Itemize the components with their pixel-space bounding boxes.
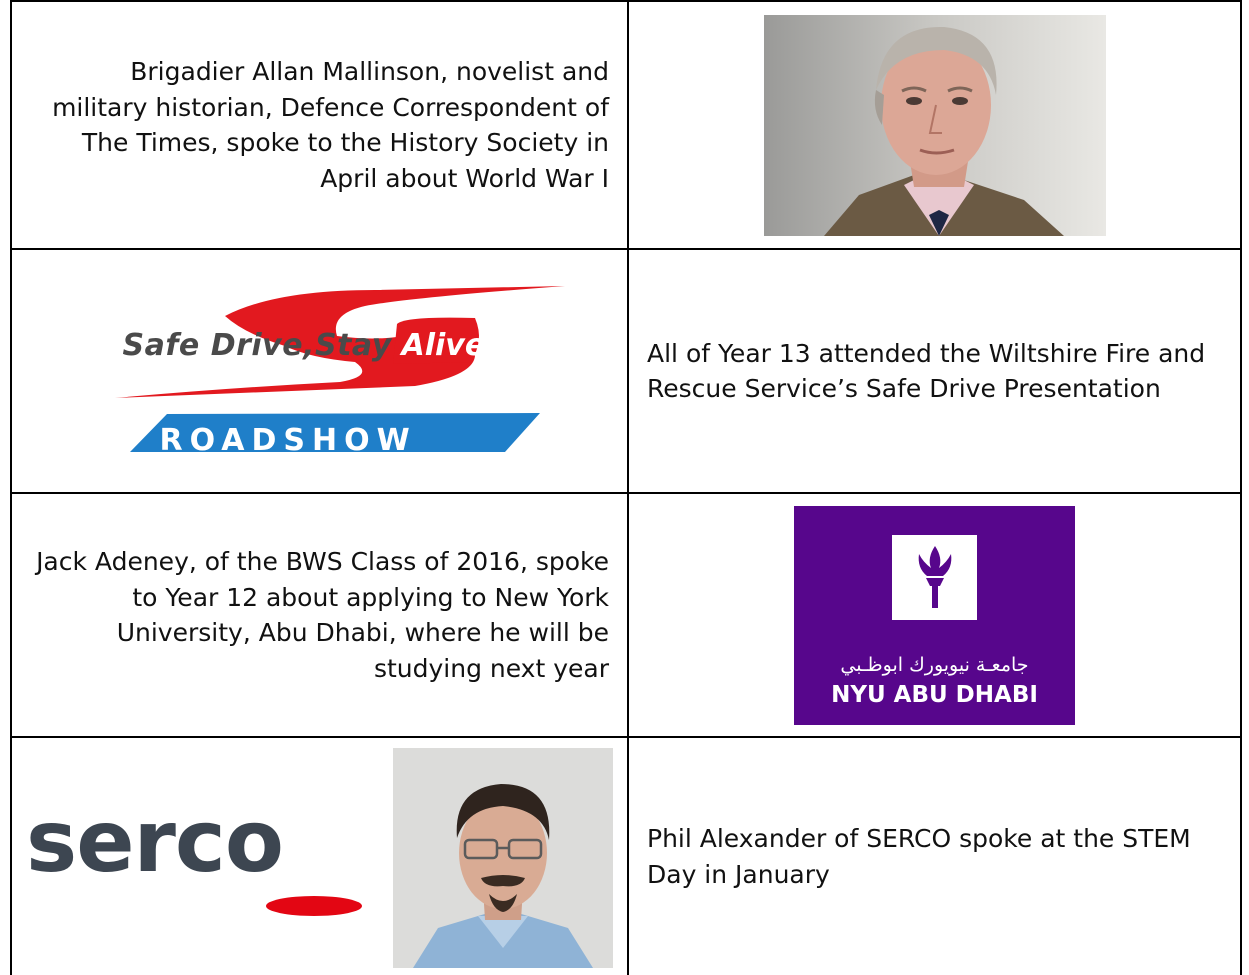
table-cell: Brigadier Allan Mallinson, novelist and … (12, 2, 627, 248)
nyu-arabic-name: جامعـة نيويورك ابوظـبي (840, 653, 1029, 676)
table-cell (629, 2, 1240, 248)
serco-logo-text: serco (26, 792, 284, 892)
safe-drive-logo-text: Safe Drive,Stay (122, 328, 392, 363)
event-caption: Phil Alexander of SERCO spoke at the STE… (647, 824, 1191, 889)
table-cell: Phil Alexander of SERCO spoke at the STE… (629, 738, 1240, 975)
table-border-right (1240, 2, 1242, 975)
safe-drive-logo-highlight: Alive (401, 328, 486, 363)
safe-drive-stay-alive-logo: Safe Drive,Stay Alive ROADSHOW (75, 276, 565, 466)
portrait-allan-mallinson (763, 14, 1106, 236)
table-cell: Jack Adeney, of the BWS Class of 2016, s… (12, 494, 627, 736)
nyu-name: NYU ABU DHABI (831, 681, 1038, 708)
event-caption: Jack Adeney, of the BWS Class of 2016, s… (36, 547, 609, 683)
nyu-abu-dhabi-logo: جامعـة نيويورك ابوظـبي NYU ABU DHABI (794, 505, 1075, 725)
serco-logo: serco (26, 792, 366, 916)
table-cell: All of Year 13 attended the Wiltshire Fi… (629, 250, 1240, 492)
table-cell: serco (12, 738, 627, 975)
event-caption: All of Year 13 attended the Wiltshire Fi… (647, 338, 1206, 404)
table-cell: Safe Drive,Stay Alive ROADSHOW (12, 250, 627, 492)
torch-icon (892, 534, 977, 620)
event-caption: Brigadier Allan Mallinson, novelist and … (52, 57, 609, 193)
safe-drive-logo-banner: ROADSHOW (159, 423, 417, 458)
portrait-phil-alexander (393, 748, 613, 968)
table-cell: جامعـة نيويورك ابوظـبي NYU ABU DHABI (629, 494, 1240, 736)
events-table: Brigadier Allan Mallinson, novelist and … (0, 0, 1249, 975)
